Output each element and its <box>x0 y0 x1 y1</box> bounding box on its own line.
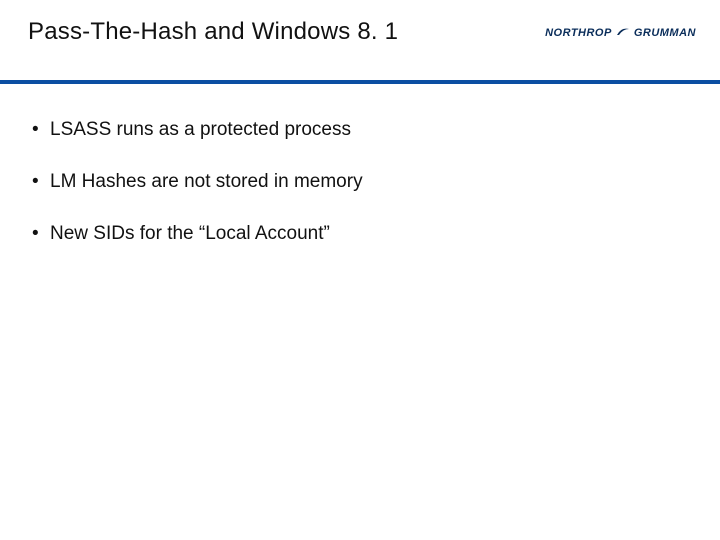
logo-swoosh-icon <box>616 24 630 42</box>
slide-header: Pass-The-Hash and Windows 8. 1 NORTHROP … <box>0 0 720 80</box>
slide: Pass-The-Hash and Windows 8. 1 NORTHROP … <box>0 0 720 540</box>
list-item: New SIDs for the “Local Account” <box>32 222 688 246</box>
slide-content: LSASS runs as a protected process LM Has… <box>0 84 720 245</box>
logo-text-northrop: NORTHROP <box>545 27 612 39</box>
list-item: LM Hashes are not stored in memory <box>32 170 688 194</box>
company-logo: NORTHROP GRUMMAN <box>545 24 696 42</box>
bullet-list: LSASS runs as a protected process LM Has… <box>32 118 688 245</box>
logo-text-grumman: GRUMMAN <box>634 27 696 39</box>
list-item: LSASS runs as a protected process <box>32 118 688 142</box>
